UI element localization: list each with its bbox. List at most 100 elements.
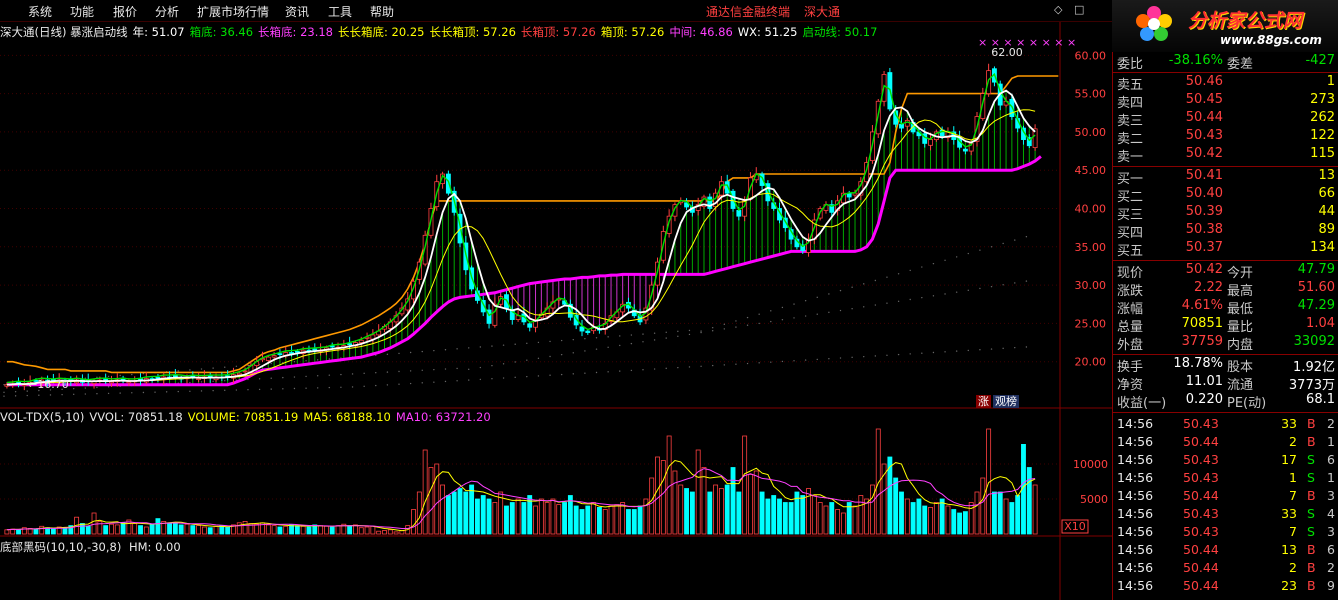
tick-row[interactable]: 14:56 50.44 13 B 6 — [1113, 542, 1338, 560]
volume-bar — [207, 527, 213, 535]
sell-row[interactable]: 卖三 50.44 262 — [1113, 110, 1338, 129]
buy-volume: 13 — [1318, 168, 1335, 183]
tick-row[interactable]: 14:56 50.43 7 S 3 — [1113, 524, 1338, 542]
dot-mark — [955, 291, 958, 293]
volume-bar — [1026, 467, 1032, 535]
dot-mark — [816, 296, 818, 299]
volume-bar — [167, 522, 172, 535]
dot-mark — [979, 249, 981, 251]
tick-row[interactable]: 14:56 50.43 33 S 4 — [1113, 506, 1338, 524]
dot-mark — [409, 370, 412, 372]
dot-mark — [1014, 239, 1016, 241]
candle-body — [329, 345, 335, 348]
buy-volume: 134 — [1310, 240, 1335, 255]
volume-bar — [684, 488, 689, 535]
tick-volume: 33 — [1281, 416, 1297, 431]
dot-mark — [793, 303, 795, 305]
buy-row[interactable]: 买四 50.38 89 — [1113, 222, 1338, 241]
buy-volume: 66 — [1318, 186, 1335, 201]
vol-vvol: VVOL: 70851.18 — [89, 410, 183, 424]
dot-mark — [723, 364, 726, 366]
dot-mark — [502, 363, 505, 365]
tick-row[interactable]: 14:56 50.43 1 S 1 — [1113, 470, 1338, 488]
dot-mark — [131, 373, 133, 376]
volume-bar — [149, 523, 155, 535]
stat-row: 总量 70851 量比 1.04 — [1113, 316, 1338, 335]
tick-time: 14:56 — [1117, 416, 1154, 431]
dot-mark — [224, 379, 226, 382]
tick-row[interactable]: 14:56 50.44 2 B 1 — [1113, 434, 1338, 452]
buy-row[interactable]: 买一 50.41 13 — [1113, 168, 1338, 187]
zhang-badge[interactable]: 涨 — [976, 395, 991, 408]
tick-row[interactable]: 14:56 50.43 17 S 6 — [1113, 452, 1338, 470]
volume-bar — [968, 502, 974, 535]
dot-mark — [584, 338, 586, 340]
volume-bar — [562, 502, 568, 535]
sell-row[interactable]: 卖一 50.42 115 — [1113, 146, 1338, 165]
volume-bar — [213, 525, 219, 535]
buy-row[interactable]: 买三 50.39 44 — [1113, 204, 1338, 223]
info-value: 1.92亿 — [1293, 360, 1335, 375]
price-tick-label: 45.00 — [1075, 164, 1107, 177]
sell-row[interactable]: 卖五 50.46 1 — [1113, 74, 1338, 93]
restore-icon[interactable]: □ — [1074, 3, 1084, 16]
vol-ma10: MA10: 63721.20 — [395, 410, 491, 424]
volume-bar — [962, 511, 968, 535]
volume-bar — [463, 491, 469, 535]
sell-row[interactable]: 卖二 50.43 122 — [1113, 128, 1338, 147]
dot-mark — [409, 382, 412, 385]
dot-mark — [758, 322, 760, 325]
menu-item-6[interactable]: 工具 — [328, 3, 352, 20]
buy-row[interactable]: 买五 50.37 134 — [1113, 240, 1338, 259]
volume-bar — [323, 525, 329, 535]
dot-mark — [293, 361, 296, 363]
tick-row[interactable]: 14:56 50.44 2 B 2 — [1113, 560, 1338, 578]
quote-panel: 委比 -38.16% 委差 -427 卖五 50.46 1 卖四 50.45 273 卖三 50.44… — [1112, 52, 1338, 600]
buy-row[interactable]: 买二 50.40 66 — [1113, 186, 1338, 205]
stat-label: 量比 — [1227, 320, 1254, 335]
volume-bar — [16, 529, 21, 535]
volume-bar — [782, 502, 788, 535]
tick-row[interactable]: 14:56 50.43 33 B 2 — [1113, 416, 1338, 434]
menu-item-4[interactable]: 扩展市场行情 — [197, 3, 269, 20]
menu-item-1[interactable]: 功能 — [70, 3, 94, 20]
dot-mark — [653, 339, 656, 341]
weibi-label: 委比 — [1117, 57, 1144, 72]
vol-volume: VOLUME: 70851.19 — [187, 410, 299, 424]
dot-mark — [165, 391, 168, 393]
minimize-icon[interactable]: ◇ — [1054, 3, 1062, 16]
menu-item-2[interactable]: 报价 — [113, 3, 137, 20]
volume-bar — [602, 509, 608, 535]
volume-bar — [85, 525, 91, 535]
dot-mark — [468, 347, 470, 349]
dot-mark — [549, 374, 551, 376]
dot-mark — [851, 307, 853, 310]
separator — [1113, 412, 1338, 413]
chart-area[interactable]: 60.00 55.00 50.00 45.00 40.00 35.00 30.00 25.00… — [0, 22, 1112, 600]
dot-mark — [804, 359, 807, 361]
volume-bar — [33, 528, 39, 535]
tick-side: B — [1307, 542, 1316, 557]
guanbang-badge[interactable]: 观榜 — [993, 395, 1019, 408]
rank-badge[interactable]: 涨观榜 — [976, 393, 1019, 409]
volume-bar — [190, 525, 196, 535]
menu-item-0[interactable]: 系统 — [28, 3, 52, 20]
volume-bar — [974, 491, 980, 535]
sell-label: 卖一 — [1117, 150, 1144, 165]
dot-mark — [340, 386, 342, 388]
tick-time: 14:56 — [1117, 542, 1154, 557]
menu-item-7[interactable]: 帮助 — [370, 3, 394, 20]
stat-row: 现价 50.42 今开 47.79 — [1113, 262, 1338, 281]
sell-row[interactable]: 卖四 50.45 273 — [1113, 92, 1338, 111]
volume-bar — [858, 495, 864, 535]
tick-row[interactable]: 14:56 50.44 23 B 9 — [1113, 578, 1338, 596]
menu-item-5[interactable]: 资讯 — [285, 3, 309, 20]
tick-price: 50.44 — [1183, 560, 1219, 575]
menu-item-3[interactable]: 分析 — [155, 3, 179, 20]
dot-mark — [653, 368, 656, 370]
sell-volume: 262 — [1310, 110, 1335, 125]
dot-mark — [665, 331, 667, 333]
tick-row[interactable]: 14:56 50.44 7 B 3 — [1113, 488, 1338, 506]
volume-bar — [196, 525, 202, 535]
tick-count: 6 — [1327, 542, 1335, 557]
